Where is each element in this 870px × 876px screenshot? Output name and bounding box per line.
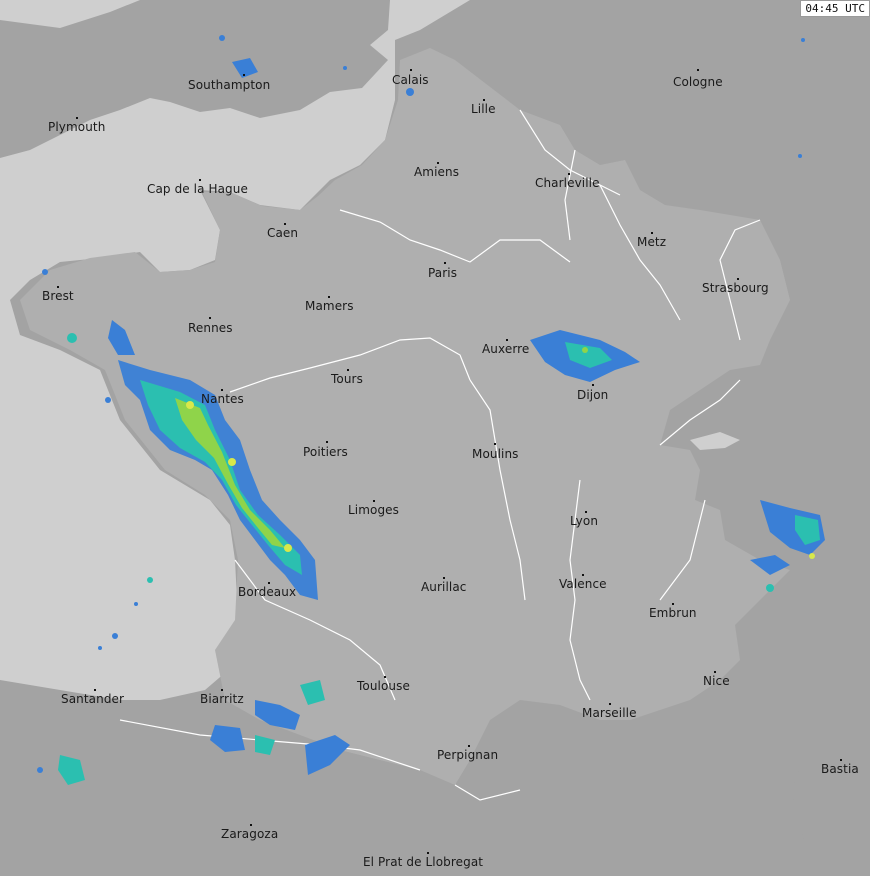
city-label: Cap de la Hague	[147, 182, 248, 196]
city-label: Tours	[331, 372, 363, 386]
city-dot	[384, 676, 386, 678]
city-label: Zaragoza	[221, 827, 279, 841]
city-label: Dijon	[577, 388, 609, 402]
city-dot	[443, 577, 445, 579]
city-dot	[568, 173, 570, 175]
city-label: Valence	[559, 577, 607, 591]
city-dot	[609, 703, 611, 705]
city-dot	[76, 117, 78, 119]
city-dot	[585, 511, 587, 513]
city-label: Bordeaux	[238, 585, 297, 599]
city-dot	[737, 278, 739, 280]
city-dot	[94, 689, 96, 691]
city-label: Nantes	[201, 392, 244, 406]
city-label: El Prat de Llobregat	[363, 855, 484, 869]
city-dot	[410, 69, 412, 71]
city-dot	[437, 162, 439, 164]
city-label: Brest	[42, 289, 74, 303]
city-label: Santander	[61, 692, 125, 706]
city-label: Amiens	[414, 165, 460, 179]
city-label: Caen	[267, 226, 299, 240]
city-label: Lille	[471, 102, 496, 116]
city-label: Aurillac	[421, 580, 467, 594]
radar-map[interactable]: Southampton Calais Cologne Plymouth Lill…	[0, 0, 870, 876]
city-label: Moulins	[472, 447, 519, 461]
city-dot	[373, 500, 375, 502]
timestamp-label: 04:45 UTC	[800, 0, 870, 17]
city-label: Strasbourg	[702, 281, 769, 295]
city-label: Bastia	[821, 762, 859, 776]
city-label: Limoges	[348, 503, 400, 517]
city-dot	[672, 603, 674, 605]
city-label: Southampton	[188, 78, 271, 92]
city-label: Lyon	[570, 514, 599, 528]
city-label: Auxerre	[482, 342, 530, 356]
city-dot	[284, 223, 286, 225]
city-dot	[494, 443, 496, 445]
city-dot	[427, 852, 429, 854]
city-dot	[328, 296, 330, 298]
city-dot	[592, 384, 594, 386]
map-base-layer	[0, 0, 870, 876]
city-dot	[468, 745, 470, 747]
city-label: Mamers	[305, 299, 354, 313]
city-label: Marseille	[582, 706, 637, 720]
city-label: Poitiers	[303, 445, 348, 459]
city-label: Rennes	[188, 321, 233, 335]
city-label: Calais	[392, 73, 429, 87]
city-label: Metz	[637, 235, 667, 249]
city-dot	[483, 99, 485, 101]
city-dot	[506, 339, 508, 341]
city-label: Embrun	[649, 606, 697, 620]
city-label: Toulouse	[357, 679, 410, 693]
city-dot	[444, 262, 446, 264]
city-label: Plymouth	[48, 120, 106, 134]
city-dot	[221, 389, 223, 391]
city-label: Cologne	[673, 75, 723, 89]
city-dot	[221, 689, 223, 691]
city-dot	[326, 441, 328, 443]
city-label: Nice	[703, 674, 730, 688]
city-dot	[582, 574, 584, 576]
city-label: Perpignan	[437, 748, 499, 762]
city-dot	[714, 671, 716, 673]
city-dot	[243, 74, 245, 76]
city-dot	[840, 759, 842, 761]
city-dot	[250, 824, 252, 826]
city-dot	[57, 286, 59, 288]
city-dot	[209, 317, 211, 319]
city-dot	[651, 232, 653, 234]
city-dot	[697, 69, 699, 71]
city-dot	[199, 179, 201, 181]
city-dot	[268, 582, 270, 584]
city-label: Paris	[428, 266, 458, 280]
city-dot	[347, 369, 349, 371]
city-label: Charleville	[535, 176, 600, 190]
city-label: Biarritz	[200, 692, 244, 706]
